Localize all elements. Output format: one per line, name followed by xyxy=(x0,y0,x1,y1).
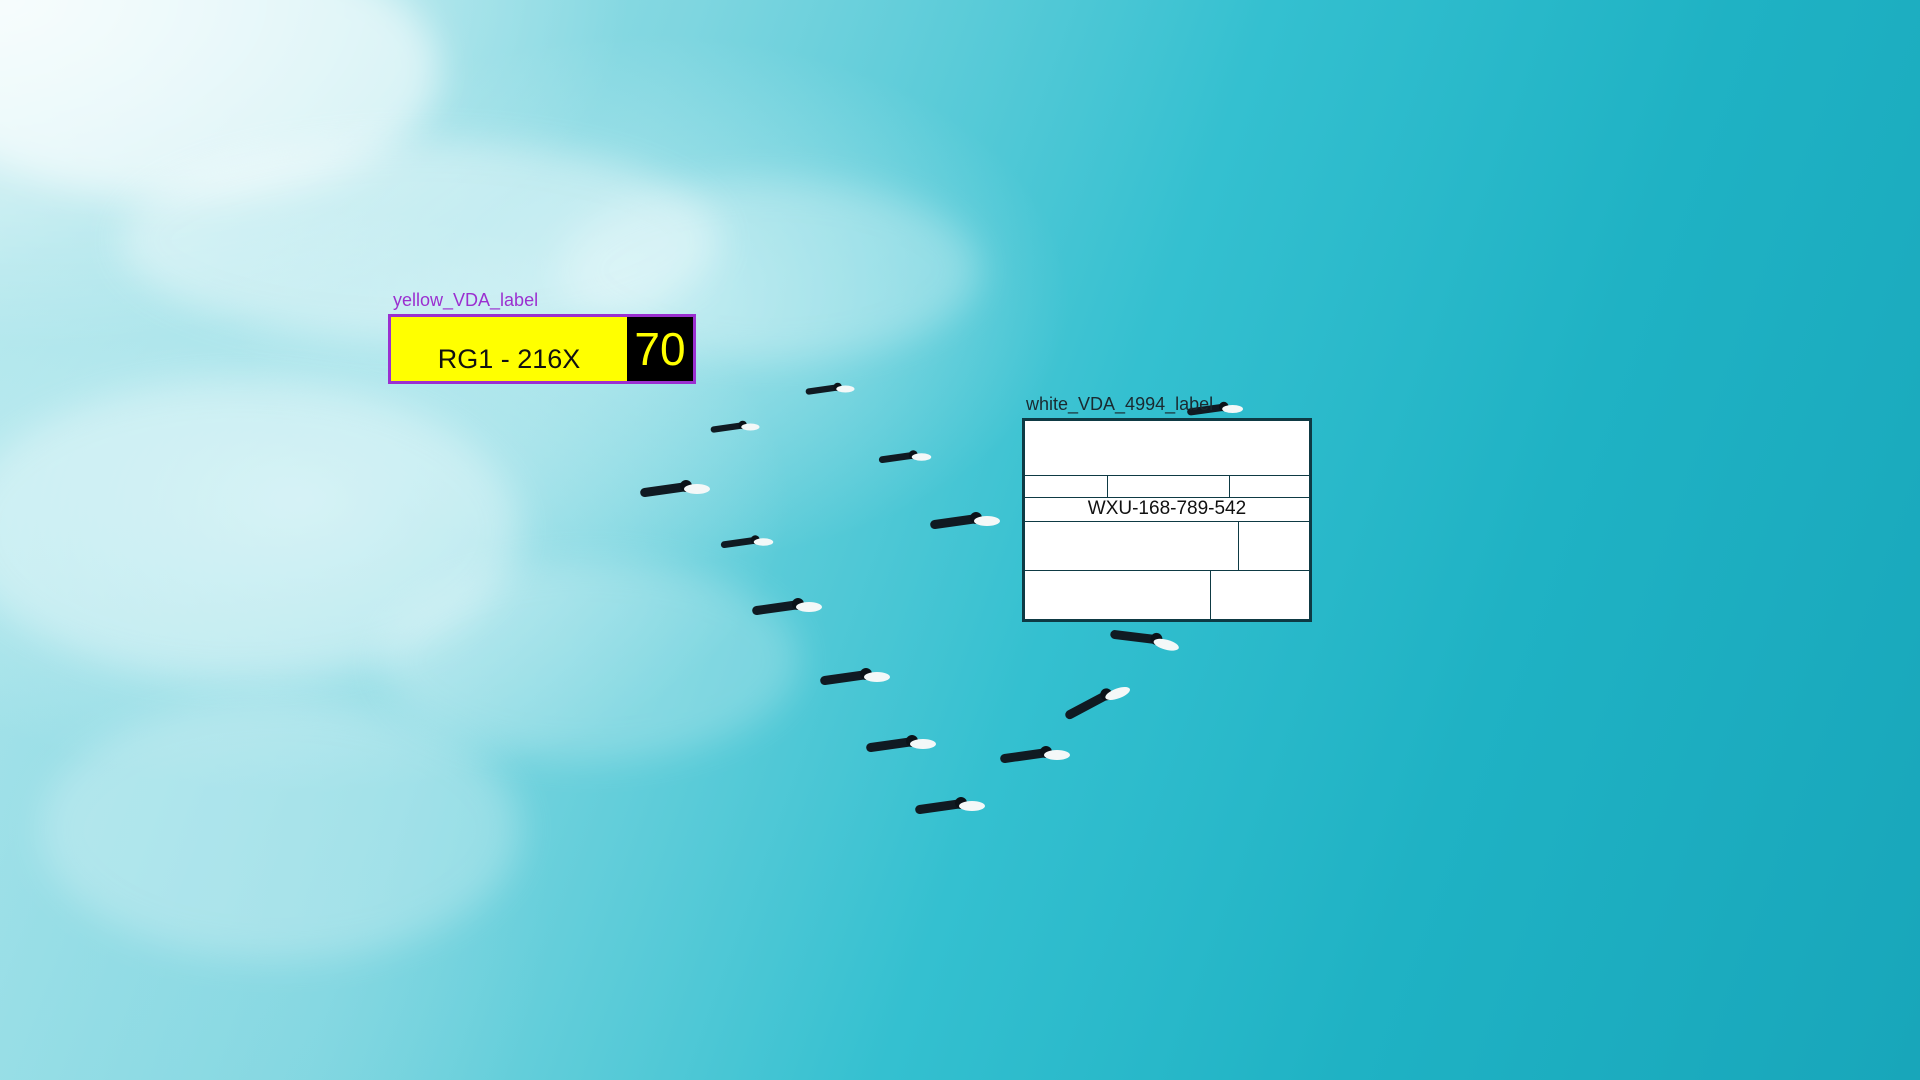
surfer xyxy=(751,598,822,616)
ocean-photo: yellow_VDA_label RG1 - 216X 70 white_VDA… xyxy=(0,0,1920,1080)
yellow-label-code: RG1 - 216X xyxy=(437,344,581,374)
surfer xyxy=(914,797,985,815)
yellow-vda-label: RG1 - 216X 70 xyxy=(388,314,696,384)
white-label-code: WXU-168-789-542 xyxy=(1087,498,1247,519)
foam-patch xyxy=(40,700,520,960)
label-grid-line: WXU-168-789-542 xyxy=(1025,497,1309,522)
label-grid-line xyxy=(1025,421,1309,476)
white-vda-label: WXU-168-789-542 xyxy=(1022,418,1312,622)
surfer xyxy=(1061,681,1133,722)
surfer xyxy=(878,450,932,464)
surfer xyxy=(805,382,855,396)
label-grid-line xyxy=(1025,570,1309,619)
label-grid-line xyxy=(1025,521,1309,571)
yellow-label-caption: yellow_VDA_label xyxy=(393,290,539,310)
surfer xyxy=(999,746,1070,764)
surfer xyxy=(720,535,774,549)
surfer xyxy=(929,512,1000,530)
foam-patch xyxy=(380,560,800,760)
label-grid-line xyxy=(1025,475,1309,498)
surfer xyxy=(1109,621,1181,657)
yellow-label-number: 70 xyxy=(627,317,693,381)
surfer xyxy=(710,420,760,434)
surfer xyxy=(865,735,936,753)
white-label-caption: white_VDA_4994_label xyxy=(1026,394,1214,414)
surfer xyxy=(819,668,890,686)
surfer xyxy=(639,480,710,498)
